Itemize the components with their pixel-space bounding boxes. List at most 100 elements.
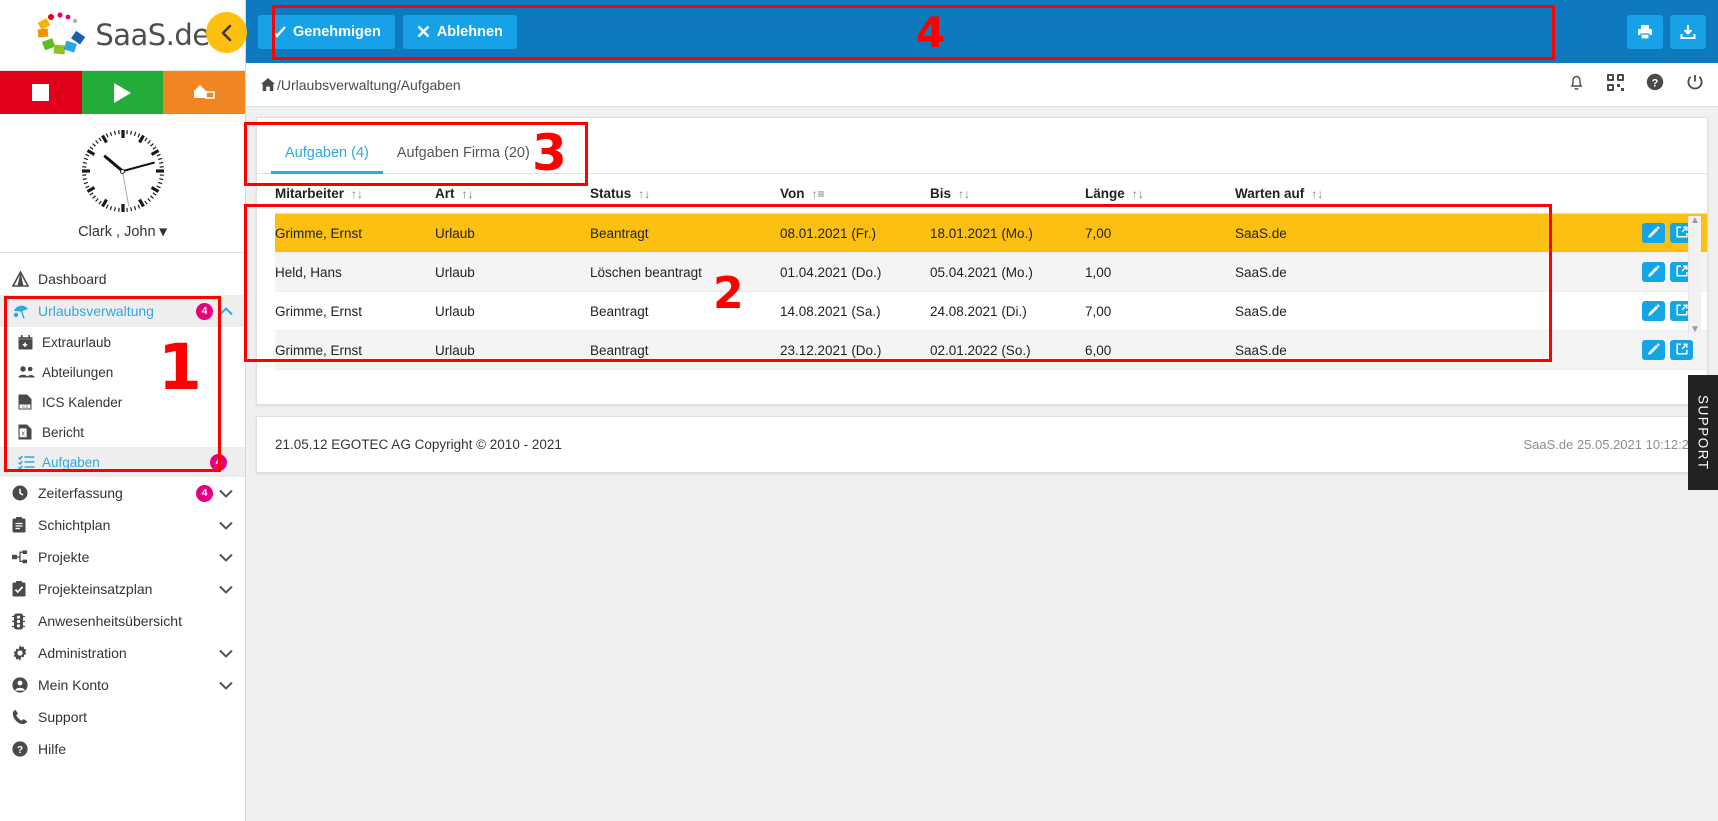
table-header-label: Länge: [1085, 186, 1125, 201]
sidebar-item-schichtplan[interactable]: Schichtplan: [0, 509, 245, 541]
sort-icon[interactable]: ↑↓: [351, 187, 363, 201]
edit-row-button[interactable]: [1642, 301, 1665, 321]
cell-mitarbeiter: Grimme, Ernst: [275, 330, 435, 370]
scroll-down-icon[interactable]: ▼: [1689, 324, 1701, 335]
table-row[interactable]: Held, Hans Urlaub Löschen beantragt 01.04.2…: [275, 252, 1707, 292]
external-link-icon: [1675, 303, 1688, 319]
traffic-light-icon: [12, 613, 38, 630]
sidebar-item-aufgaben[interactable]: Aufgaben 4: [0, 447, 245, 477]
table-header-warten-auf[interactable]: Warten auf ↑↓: [1235, 174, 1425, 214]
power-icon[interactable]: [1686, 73, 1704, 96]
sidebar-collapse-button[interactable]: [208, 14, 245, 51]
sort-icon[interactable]: ↑↓: [1132, 187, 1144, 201]
table-header-status[interactable]: Status ↑↓: [590, 174, 780, 214]
svg-text:ICS: ICS: [22, 405, 29, 409]
sidebar-item-abteilungen[interactable]: Abteilungen: [0, 357, 245, 387]
table-row[interactable]: Grimme, Ernst Urlaub Beantragt 14.08.2021 (…: [275, 291, 1707, 331]
edit-row-button[interactable]: [1642, 223, 1665, 243]
sidebar-item-zeiterfassung[interactable]: Zeiterfassung 4: [0, 477, 245, 509]
table-header-actions: [1425, 174, 1707, 214]
sidebar-item-anwesenheits-bersicht[interactable]: Anwesenheitsübersicht: [0, 605, 245, 637]
sidebar-item-label: Support: [38, 709, 88, 725]
sidebar-item-label: ICS Kalender: [42, 394, 123, 410]
chevron-down-icon[interactable]: [219, 681, 233, 690]
chevron-down-icon[interactable]: [219, 489, 233, 498]
table-header-l-nge[interactable]: Länge ↑↓: [1085, 174, 1235, 214]
footer-copyright: 21.05.12 EGOTEC AG Copyright © 2010 - 20…: [275, 437, 562, 452]
support-side-tab[interactable]: SUPPORT: [1688, 375, 1718, 490]
table-header-von[interactable]: Von ↑≡: [780, 174, 930, 214]
cell-actions: [1425, 291, 1707, 331]
edit-row-button[interactable]: [1642, 340, 1665, 360]
chevron-down-icon[interactable]: [219, 521, 233, 530]
sidebar-item-label: Anwesenheitsübersicht: [38, 613, 182, 629]
stop-timer-button[interactable]: [0, 71, 82, 114]
beach-icon: [12, 303, 38, 319]
table-header-mitarbeiter[interactable]: Mitarbeiter ↑↓: [275, 174, 435, 214]
sort-icon[interactable]: ↑↓: [958, 187, 970, 201]
sort-icon[interactable]: ↑↓: [1311, 187, 1323, 201]
cell-warten-auf: SaaS.de: [1235, 291, 1425, 331]
sidebar-item-support[interactable]: Support: [0, 701, 245, 733]
help-circle-icon[interactable]: ?: [1646, 73, 1664, 96]
table-row[interactable]: Grimme, Ernst Urlaub Beantragt 08.01.2021 (…: [275, 213, 1707, 253]
reject-button[interactable]: Ablehnen: [402, 14, 517, 49]
user-name[interactable]: Clark , John ▾: [0, 224, 245, 240]
user-block: Clark , John ▾: [0, 114, 245, 253]
sidebar-item-badge: 4: [196, 484, 213, 502]
sidebar-item-bericht[interactable]: x Bericht: [0, 417, 245, 447]
tasklist-icon: [18, 455, 42, 469]
bell-icon[interactable]: [1568, 73, 1585, 96]
tab-aufgaben[interactable]: Aufgaben (4): [271, 145, 383, 174]
table-header-bis[interactable]: Bis ↑↓: [930, 174, 1085, 214]
quick-action-bar: [0, 71, 246, 114]
chevron-down-icon[interactable]: [219, 553, 233, 562]
tab-aufgaben-firma[interactable]: Aufgaben Firma (20): [383, 145, 544, 173]
sidebar-item-urlaubsverwaltung[interactable]: Urlaubsverwaltung 4: [0, 295, 245, 327]
qr-code-icon[interactable]: [1607, 73, 1624, 96]
table-header-art[interactable]: Art ↑↓: [435, 174, 590, 214]
cell-status: Beantragt: [590, 291, 780, 331]
sidebar-item-hilfe[interactable]: ? Hilfe: [0, 733, 245, 765]
printer-icon: [1638, 24, 1652, 40]
sidebar-item-projekte[interactable]: Projekte: [0, 541, 245, 573]
tasks-panel: Aufgaben (4) Aufgaben Firma (20) Mitarbei…: [256, 117, 1708, 405]
edit-row-button[interactable]: [1642, 262, 1665, 282]
sidebar-item-label: Schichtplan: [38, 517, 111, 533]
chevron-down-icon[interactable]: [219, 585, 233, 594]
chevron-down-icon[interactable]: [219, 649, 233, 658]
main-content: Aufgaben (4) Aufgaben Firma (20) Mitarbei…: [246, 107, 1718, 821]
sidebar-item-label: Abteilungen: [42, 364, 114, 380]
sidebar-item-dashboard[interactable]: Dashboard: [0, 263, 245, 295]
breadcrumb[interactable]: /Urlaubsverwaltung/Aufgaben: [260, 77, 461, 93]
pencil-icon: [1647, 303, 1660, 319]
cell-bis: 05.04.2021 (Mo.): [930, 252, 1085, 292]
sidebar-item-label: Urlaubsverwaltung: [38, 303, 154, 319]
approve-button[interactable]: Genehmigen: [258, 14, 395, 49]
print-button[interactable]: [1627, 14, 1663, 49]
start-timer-button[interactable]: [81, 71, 164, 114]
external-link-icon: [1675, 264, 1688, 280]
scroll-up-icon[interactable]: ▲: [1689, 215, 1701, 226]
home-office-button[interactable]: [163, 71, 246, 114]
sidebar-item-mein-konto[interactable]: Mein Konto: [0, 669, 245, 701]
sidebar-item-administration[interactable]: Administration: [0, 637, 245, 669]
sort-icon[interactable]: ↑≡: [812, 187, 825, 201]
clock-icon: [12, 485, 38, 501]
chevron-up-icon[interactable]: [219, 306, 233, 316]
open-row-button[interactable]: [1670, 340, 1693, 360]
sidebar-item-ics-kalender[interactable]: ICS ICS Kalender: [0, 387, 245, 417]
sidebar-item-extraurlaub[interactable]: Extraurlaub: [0, 327, 245, 357]
sidebar-item-projekteinsatzplan[interactable]: Projekteinsatzplan: [0, 573, 245, 605]
download-button[interactable]: [1670, 14, 1706, 49]
sidebar-item-label: Zeiterfassung: [38, 485, 123, 501]
pencil-icon: [1647, 225, 1660, 241]
table-vertical-scrollbar[interactable]: ▲ ▼: [1688, 215, 1701, 335]
sort-icon[interactable]: ↑↓: [462, 187, 474, 201]
sidebar-item-label: Projekteinsatzplan: [38, 581, 153, 597]
tab-label: Aufgaben Firma (20): [396, 145, 530, 161]
sort-icon[interactable]: ↑↓: [638, 187, 650, 201]
cell-mitarbeiter: Held, Hans: [275, 252, 435, 292]
home-icon[interactable]: [260, 77, 276, 92]
table-row[interactable]: Grimme, Ernst Urlaub Beantragt 23.12.2021 (…: [275, 330, 1707, 370]
